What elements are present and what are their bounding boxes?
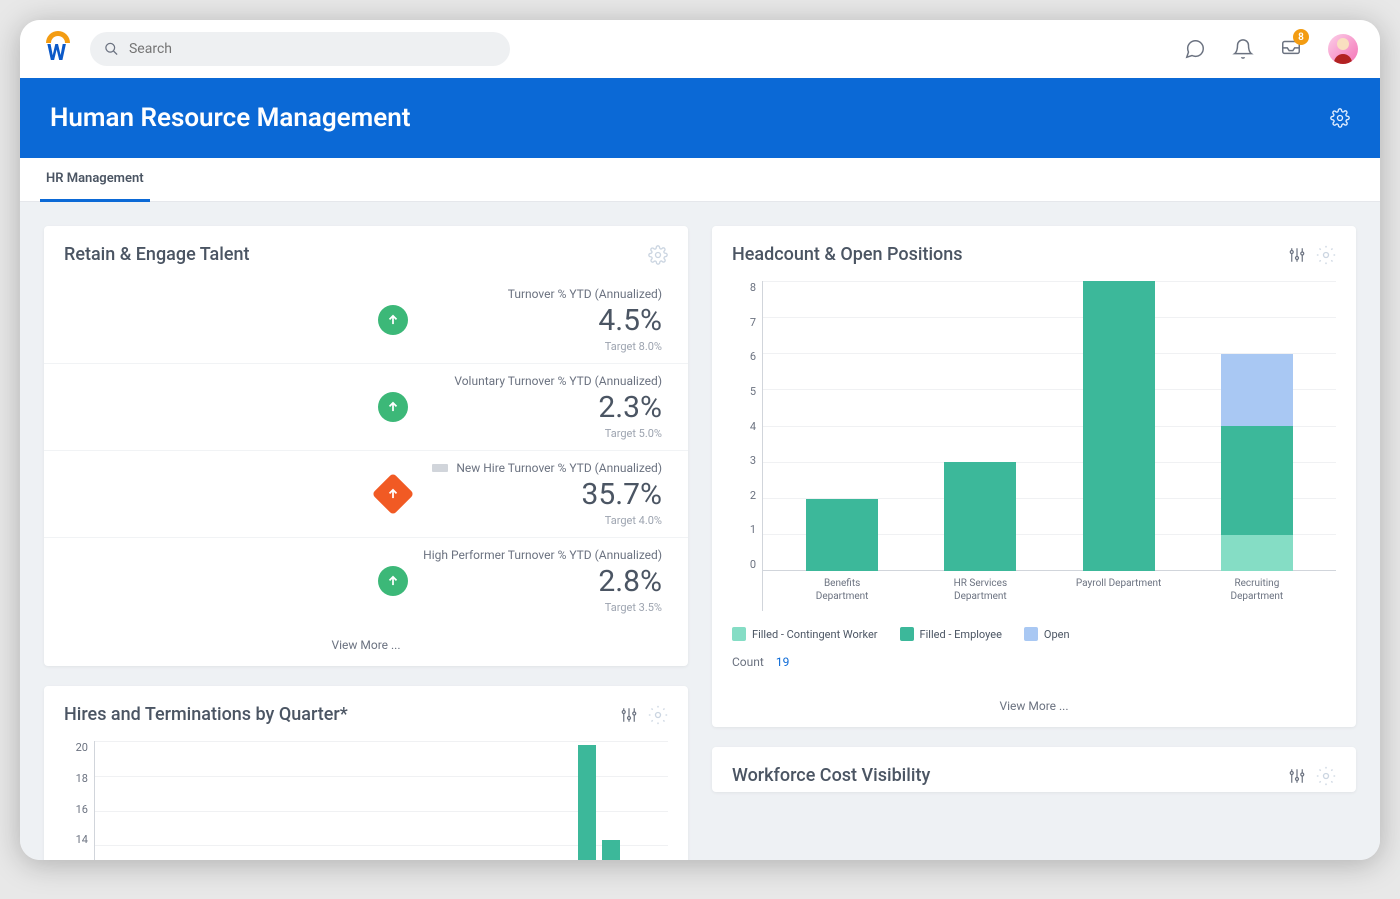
bar-segment	[1221, 426, 1293, 535]
metric-target: Target 3.5%	[422, 601, 662, 614]
tab-hr-management[interactable]: HR Management	[40, 158, 150, 202]
bar-column[interactable]	[806, 499, 878, 572]
filters-icon[interactable]	[1288, 767, 1306, 785]
page-settings-icon[interactable]	[1330, 108, 1350, 128]
card-title: Workforce Cost Visibility	[732, 765, 930, 786]
metric-row[interactable]: High Performer Turnover % YTD (Annualize…	[44, 537, 688, 624]
x-axis-label: Benefits Department	[797, 571, 887, 611]
metric-row[interactable]: New Hire Turnover % YTD (Annualized) 35.7…	[44, 450, 688, 537]
metric-target: Target 5.0%	[422, 427, 662, 440]
dashboard-content: Retain & Engage Talent Turnover % YTD (A…	[20, 202, 1380, 860]
bar-segment	[1083, 281, 1155, 571]
metric-label: Voluntary Turnover % YTD (Annualized)	[454, 374, 662, 388]
bar-column[interactable]	[944, 462, 1016, 571]
metric-value: 2.8%	[422, 564, 662, 599]
page-header: Human Resource Management	[20, 78, 1380, 158]
chat-icon[interactable]	[1184, 38, 1206, 60]
tabbar: HR Management	[20, 158, 1380, 202]
card-title: Headcount & Open Positions	[732, 244, 963, 265]
x-axis-label: Recruiting Department	[1212, 571, 1302, 611]
left-column: Retain & Engage Talent Turnover % YTD (A…	[44, 226, 688, 836]
metric-label: High Performer Turnover % YTD (Annualize…	[423, 548, 662, 562]
bar-indicator	[432, 464, 448, 472]
right-column: Headcount & Open Positions 876543210 Ben…	[712, 226, 1356, 836]
card-settings-icon[interactable]	[648, 245, 668, 265]
card-settings-icon[interactable]	[648, 705, 668, 725]
search-box[interactable]	[90, 32, 510, 66]
bell-icon[interactable]	[1232, 38, 1254, 60]
card-retain-engage: Retain & Engage Talent Turnover % YTD (A…	[44, 226, 688, 666]
metric-value: 35.7%	[422, 477, 662, 512]
bar-segment	[1221, 354, 1293, 427]
card-settings-icon[interactable]	[1316, 245, 1336, 265]
view-more-link[interactable]: View More ...	[44, 624, 688, 666]
workday-logo[interactable]: W	[42, 33, 74, 65]
bar[interactable]	[578, 745, 596, 860]
card-title: Hires and Terminations by Quarter*	[64, 704, 348, 725]
page-title: Human Resource Management	[50, 103, 411, 133]
legend-employee[interactable]: Filled - Employee	[900, 627, 1002, 641]
headcount-chart[interactable]: 876543210 Benefits DepartmentHR Services…	[732, 281, 1336, 611]
avatar[interactable]	[1328, 34, 1358, 64]
legend-contingent[interactable]: Filled - Contingent Worker	[732, 627, 878, 641]
card-workforce-cost: Workforce Cost Visibility	[712, 747, 1356, 792]
topbar-icons: 8	[1184, 34, 1358, 64]
trend-up-icon	[378, 566, 408, 596]
filters-icon[interactable]	[620, 706, 638, 724]
metric-row[interactable]: Turnover % YTD (Annualized) 4.5% Target 8.…	[44, 277, 688, 363]
x-axis-label: HR Services Department	[935, 571, 1025, 611]
metric-value: 4.5%	[422, 303, 662, 338]
inbox-badge: 8	[1293, 29, 1309, 45]
search-input[interactable]	[129, 41, 496, 57]
trend-warning-icon	[372, 473, 414, 515]
card-settings-icon[interactable]	[1316, 766, 1336, 786]
card-title: Retain & Engage Talent	[64, 244, 250, 265]
bar[interactable]	[602, 840, 620, 860]
topbar: W 8	[20, 20, 1380, 78]
search-icon	[104, 41, 119, 57]
trend-up-icon	[378, 305, 408, 335]
view-more-link[interactable]: View More ...	[712, 685, 1356, 727]
card-hires-terminations: Hires and Terminations by Quarter* 20181…	[44, 686, 688, 860]
card-headcount: Headcount & Open Positions 876543210 Ben…	[712, 226, 1356, 727]
bar-column[interactable]	[1221, 354, 1293, 572]
metric-label: Turnover % YTD (Annualized)	[508, 287, 662, 301]
bar-segment	[1221, 535, 1293, 571]
inbox-button[interactable]: 8	[1280, 36, 1302, 62]
chart-legend: Filled - Contingent Worker Filled - Empl…	[712, 617, 1356, 645]
metric-label: New Hire Turnover % YTD (Annualized)	[456, 461, 662, 475]
count-row: Count19	[712, 645, 1356, 685]
filters-icon[interactable]	[1288, 246, 1306, 264]
hires-chart[interactable]: 2018161412	[64, 741, 668, 860]
bar-segment	[944, 462, 1016, 571]
app-window: W 8 Human Resource Management HR Managem…	[20, 20, 1380, 860]
legend-open[interactable]: Open	[1024, 627, 1070, 641]
trend-up-icon	[378, 392, 408, 422]
metric-target: Target 8.0%	[422, 340, 662, 353]
bar-segment	[806, 499, 878, 572]
metric-target: Target 4.0%	[422, 514, 662, 527]
count-value[interactable]: 19	[776, 655, 790, 669]
metric-value: 2.3%	[422, 390, 662, 425]
x-axis-label: Payroll Department	[1074, 571, 1164, 611]
bar-column[interactable]	[1083, 281, 1155, 571]
metric-row[interactable]: Voluntary Turnover % YTD (Annualized) 2.3…	[44, 363, 688, 450]
